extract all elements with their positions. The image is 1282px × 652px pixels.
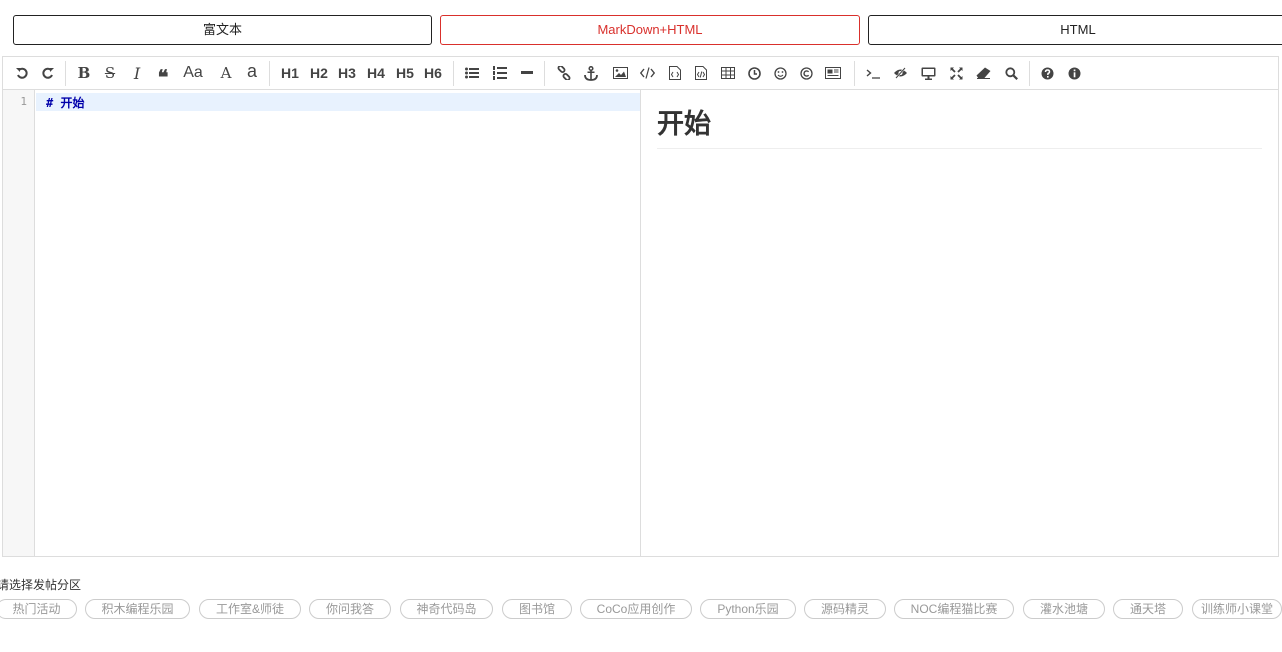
section-chip[interactable]: NOC编程猫比赛	[894, 599, 1014, 619]
preview-heading: 开始	[657, 108, 1262, 149]
section-chip[interactable]: 通天塔	[1113, 599, 1183, 619]
image-icon[interactable]	[610, 62, 630, 84]
tab-rich-text[interactable]: 富文本	[13, 15, 432, 45]
section-chip[interactable]: Python乐园	[700, 599, 796, 619]
toolbar-separator	[269, 61, 270, 86]
ordered-list-icon[interactable]	[490, 62, 510, 84]
html-entities-icon[interactable]	[796, 62, 816, 84]
undo-icon[interactable]	[12, 62, 32, 84]
terminal-icon[interactable]	[863, 62, 883, 84]
lowercase-icon[interactable]: a	[242, 61, 262, 84]
bold-icon[interactable]: B	[74, 62, 94, 84]
line-number-gutter: 1	[3, 90, 35, 556]
code-block-icon[interactable]	[691, 62, 711, 84]
italic-icon[interactable]: I	[127, 62, 147, 84]
toolbar-separator	[65, 61, 66, 86]
heading-4-button[interactable]: H4	[366, 62, 386, 84]
html-preview-pane: 开始	[641, 90, 1278, 556]
source-line[interactable]: # 开始	[46, 94, 84, 111]
tab-markdown-html[interactable]: MarkDown+HTML	[440, 15, 860, 45]
section-select-label: 请选择发帖分区	[0, 578, 82, 592]
redo-icon[interactable]	[38, 62, 58, 84]
heading-3-button[interactable]: H3	[337, 62, 357, 84]
section-chip[interactable]: 源码精灵	[804, 599, 886, 619]
watch-toggle-icon[interactable]	[890, 62, 910, 84]
section-chip[interactable]: 你问我答	[309, 599, 391, 619]
section-chip[interactable]: 训练师小课堂	[1192, 599, 1282, 619]
preview-icon[interactable]	[918, 62, 938, 84]
tab-html[interactable]: HTML	[868, 15, 1282, 45]
toolbar-separator	[1029, 61, 1030, 86]
preformatted-code-icon[interactable]	[665, 62, 685, 84]
toolbar-separator	[453, 61, 454, 86]
section-chip[interactable]: 灌水池塘	[1023, 599, 1105, 619]
section-chip[interactable]: CoCo应用创作	[580, 599, 692, 619]
markdown-source-editor[interactable]: # 开始	[36, 90, 641, 556]
clear-icon[interactable]	[973, 62, 993, 84]
quote-icon[interactable]: ❝	[153, 62, 173, 89]
fullscreen-icon[interactable]	[946, 62, 966, 84]
editor-toolbar: B S I ❝ Aa A a H1 H2 H3 H4 H5 H6	[3, 57, 1278, 90]
heading-5-button[interactable]: H5	[395, 62, 415, 84]
search-icon[interactable]	[1001, 62, 1021, 84]
active-line-highlight	[36, 93, 641, 111]
pagebreak-icon[interactable]	[823, 62, 843, 84]
section-chip[interactable]: 神奇代码岛	[400, 599, 493, 619]
uppercase-icon[interactable]: A	[216, 62, 236, 84]
unordered-list-icon[interactable]	[462, 62, 482, 84]
code-icon[interactable]	[637, 62, 657, 84]
link-icon[interactable]	[554, 62, 574, 84]
table-icon[interactable]	[718, 62, 738, 84]
info-icon[interactable]	[1064, 62, 1084, 84]
uppercase-lowercase-icon[interactable]: Aa	[183, 62, 203, 84]
strikethrough-icon[interactable]: S	[100, 62, 120, 84]
horizontal-rule-icon[interactable]	[517, 62, 537, 84]
datetime-icon[interactable]	[744, 62, 764, 84]
heading-6-button[interactable]: H6	[423, 62, 443, 84]
emoji-icon[interactable]	[770, 62, 790, 84]
help-icon[interactable]	[1037, 62, 1057, 84]
section-chip[interactable]: 图书馆	[502, 599, 572, 619]
markdown-editor: B S I ❝ Aa A a H1 H2 H3 H4 H5 H6 1 # 开始 …	[2, 56, 1279, 557]
section-chip-list: 热门活动 积木编程乐园 工作室&师徒 你问我答 神奇代码岛 图书馆 CoCo应用…	[0, 599, 1282, 621]
line-number: 1	[20, 95, 27, 108]
anchor-icon[interactable]	[581, 62, 601, 84]
toolbar-separator	[544, 61, 545, 86]
section-chip[interactable]: 热门活动	[0, 599, 77, 619]
section-chip[interactable]: 工作室&师徒	[199, 599, 301, 619]
toolbar-separator	[854, 61, 855, 86]
section-chip[interactable]: 积木编程乐园	[85, 599, 190, 619]
heading-1-button[interactable]: H1	[280, 62, 300, 84]
heading-2-button[interactable]: H2	[309, 62, 329, 84]
